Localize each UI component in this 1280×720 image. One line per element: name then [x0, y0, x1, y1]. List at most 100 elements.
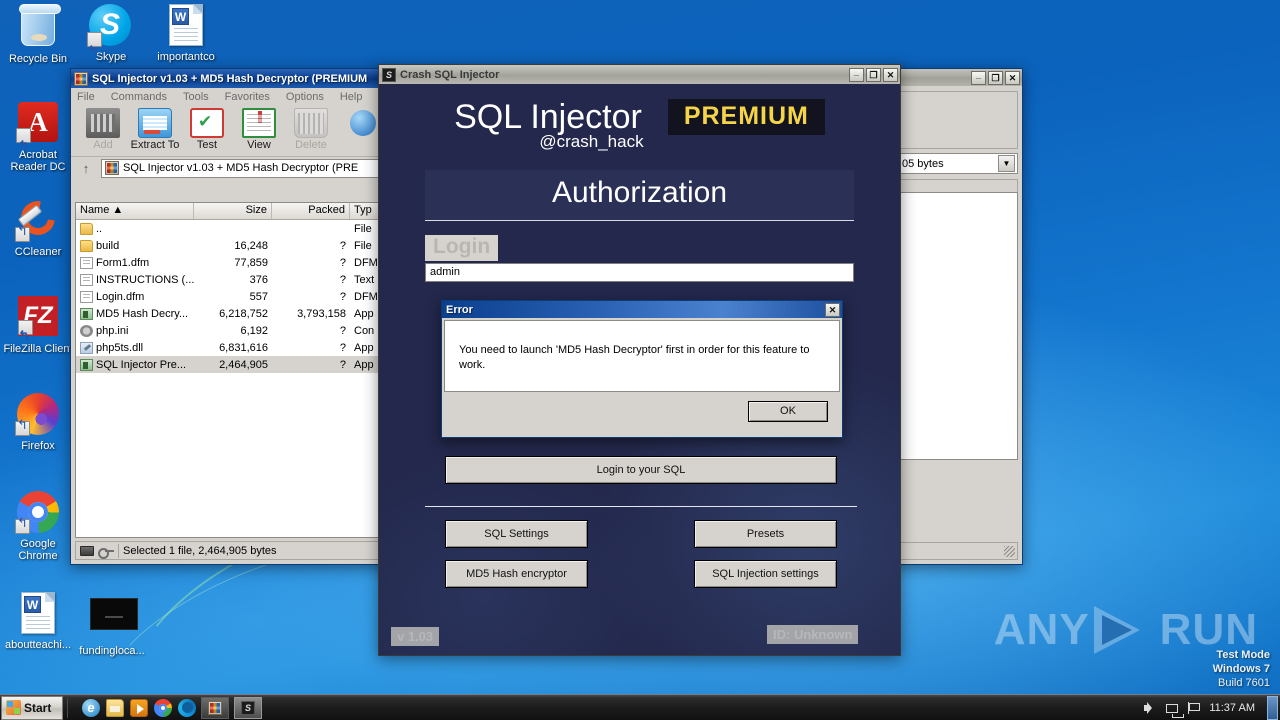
toolbar-extract-to-button[interactable]: Extract To [129, 108, 181, 151]
combo-value: 05 bytes [902, 157, 944, 170]
add-icon [86, 108, 120, 138]
error-dialog[interactable]: Error ✕ You need to launch 'MD5 Hash Dec… [441, 300, 843, 438]
desktop-icon-acrobat-reader[interactable]: A Acrobat Reader DC [2, 100, 74, 173]
show-desktop-button[interactable] [1267, 695, 1278, 720]
network-icon[interactable] [1166, 704, 1185, 718]
taskbar-winrar[interactable] [201, 696, 229, 719]
edge-icon[interactable] [178, 698, 196, 717]
sql-injector-titlebar[interactable]: S Crash SQL Injector ❐ ✕ [379, 65, 900, 84]
table-row[interactable]: build 16,248 ? File [76, 237, 384, 254]
desktop-icon-skype[interactable]: S Skype [75, 4, 147, 63]
close-icon[interactable]: ✕ [825, 302, 840, 317]
toolbar-delete-button[interactable]: Delete [285, 108, 337, 151]
taskbar-sql-injector[interactable]: S [234, 696, 262, 719]
table-row[interactable]: MD5 Hash Decry... 6,218,752 3,793,158 Ap… [76, 305, 384, 322]
menu-favorites[interactable]: Favorites [225, 91, 270, 103]
drive-icon [80, 545, 94, 556]
winrar-addressbar[interactable]: ↑ SQL Injector v1.03 + MD5 Hash Decrypto… [71, 157, 389, 179]
chrome-icon [15, 491, 60, 535]
toolbar-add-button[interactable]: Add [77, 108, 129, 151]
system-tray[interactable]: 11:37 AM [1143, 695, 1280, 720]
table-row[interactable]: INSTRUCTIONS (... 376 ? Text [76, 271, 384, 288]
taskbar[interactable]: Start e S 11:37 AM [0, 694, 1280, 720]
table-row[interactable]: Login.dfm 557 ? DFM [76, 288, 384, 305]
presets-button[interactable]: Presets [694, 520, 837, 548]
chevron-down-icon[interactable]: ▼ [998, 155, 1015, 172]
clock[interactable]: 11:37 AM [1209, 702, 1255, 714]
quick-launch-bar[interactable]: e [82, 698, 196, 717]
table-row[interactable]: .. File [76, 220, 384, 237]
md5-hash-encryptor-button[interactable]: MD5 Hash encryptor [445, 560, 588, 588]
desktop-icon-aboutteaching[interactable]: W aboutteachi... [2, 592, 74, 651]
desktop-icon-chrome[interactable]: Google Chrome [2, 490, 74, 562]
desktop-icon-label: Acrobat [19, 149, 57, 161]
cell-name: .. [96, 222, 103, 235]
application-icon [80, 358, 93, 371]
menu-options[interactable]: Options [286, 91, 324, 103]
desktop-icon-recycle-bin[interactable]: Recycle Bin [2, 4, 74, 65]
toolbar-test-button[interactable]: Test [181, 108, 233, 151]
winrar-file-list[interactable]: Name ▲ Size Packed Typ .. File build 16,… [75, 202, 385, 538]
ok-button[interactable]: OK [748, 401, 828, 422]
desktop-icon-fundinglocation[interactable]: fundingloca... [76, 592, 148, 657]
desktop-icon-filezilla[interactable]: FZ FileZilla Client [0, 294, 76, 355]
version-label: v 1.03 [391, 627, 440, 646]
winrar-menubar[interactable]: File Commands Tools Favorites Options He… [71, 88, 389, 105]
menu-help[interactable]: Help [340, 91, 363, 103]
login-to-sql-button[interactable]: Login to your SQL [445, 456, 837, 484]
toolbar-button-label: Extract To [130, 139, 180, 151]
winrar-window[interactable]: SQL Injector v1.03 + MD5 Hash Decryptor … [70, 68, 390, 565]
desktop-icon-ccleaner[interactable]: CCleaner [2, 194, 74, 258]
close-button[interactable]: ✕ [883, 67, 898, 82]
column-header-size[interactable]: Size [194, 203, 272, 219]
login-label: Login [425, 235, 499, 261]
menu-tools[interactable]: Tools [183, 91, 209, 103]
file-list-header[interactable]: Name ▲ Size Packed Typ [76, 203, 384, 220]
cell-size: 557 [249, 290, 268, 303]
desktop-icon-importantco[interactable]: W importantco [150, 4, 222, 63]
cell-name: build [96, 239, 120, 252]
document-icon [80, 256, 93, 269]
sql-injection-settings-button[interactable]: SQL Injection settings [694, 560, 837, 588]
background-window[interactable]: ❐ ✕ 05 bytes ▼ [893, 68, 1023, 565]
resize-grip[interactable] [1004, 546, 1015, 557]
column-header-name[interactable]: Name ▲ [76, 203, 194, 219]
table-row[interactable]: SQL Injector Pre... 2,464,905 ? App [76, 356, 384, 373]
winrar-toolbar[interactable]: Add Extract To Test View Delete [71, 105, 389, 157]
table-row[interactable]: php.ini 6,192 ? Con [76, 322, 384, 339]
desktop-icon-label: FileZilla Client [3, 343, 73, 355]
volume-icon[interactable] [1143, 701, 1158, 715]
toolbar-view-button[interactable]: View [233, 108, 285, 151]
winrar-icon [208, 700, 222, 715]
table-row[interactable]: php5ts.dll 6,831,616 ? App [76, 339, 384, 356]
login-input[interactable]: admin [425, 263, 854, 282]
desktop-icon-firefox[interactable]: Firefox [2, 392, 74, 452]
table-row[interactable]: Form1.dfm 77,859 ? DFM [76, 254, 384, 271]
maximize-button[interactable]: ❐ [866, 67, 881, 82]
test-icon [190, 108, 224, 138]
error-dialog-message: You need to launch 'MD5 Hash Decryptor' … [444, 320, 840, 392]
minimize-button[interactable] [849, 67, 864, 82]
winrar-titlebar[interactable]: SQL Injector v1.03 + MD5 Hash Decryptor … [71, 69, 389, 88]
up-one-level-button[interactable]: ↑ [75, 158, 97, 178]
column-header-packed[interactable]: Packed [272, 203, 350, 219]
sql-settings-button[interactable]: SQL Settings [445, 520, 588, 548]
background-window-combo[interactable]: 05 bytes ▼ [898, 153, 1018, 174]
background-window-titlebar[interactable]: ❐ ✕ [894, 69, 1022, 86]
minimize-button[interactable] [971, 70, 986, 85]
action-center-flag-icon[interactable] [1186, 701, 1201, 715]
authorization-panel: Authorization [425, 170, 854, 220]
address-combo[interactable]: SQL Injector v1.03 + MD5 Hash Decryptor … [101, 158, 385, 178]
chrome-icon[interactable] [154, 698, 172, 717]
desktop-icon-label: Firefox [21, 440, 55, 452]
error-dialog-titlebar[interactable]: Error ✕ [442, 301, 842, 318]
menu-file[interactable]: File [77, 91, 95, 103]
background-window-listarea[interactable] [898, 192, 1018, 460]
menu-commands[interactable]: Commands [111, 91, 167, 103]
media-player-icon[interactable] [130, 698, 148, 717]
start-button[interactable]: Start [1, 695, 63, 720]
maximize-button[interactable]: ❐ [988, 70, 1003, 85]
close-button[interactable]: ✕ [1005, 70, 1020, 85]
internet-explorer-icon[interactable]: e [82, 698, 100, 717]
windows-explorer-icon[interactable] [106, 698, 124, 717]
